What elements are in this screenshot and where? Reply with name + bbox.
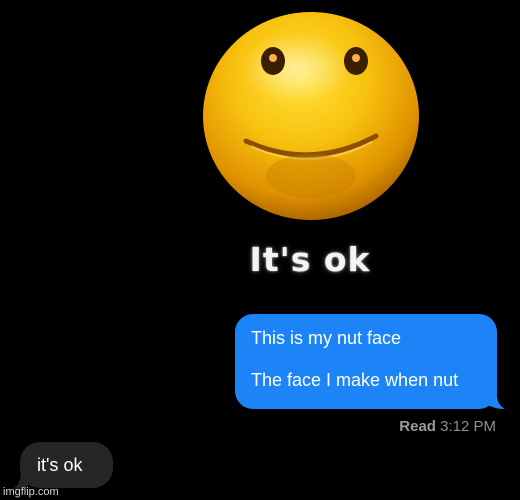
sent-message-line-1: This is my nut face bbox=[251, 328, 402, 348]
sent-message-bubble[interactable]: This is my nut face The face I make when… bbox=[235, 314, 497, 409]
sent-bubble-tail-icon bbox=[484, 392, 505, 409]
read-time: 3:12 PM bbox=[440, 418, 496, 435]
messages-screen: It's ok This is my nut face The face I m… bbox=[0, 0, 520, 500]
read-receipt: Read 3:12 PM bbox=[399, 418, 496, 435]
received-message-text: it's ok bbox=[37, 455, 83, 475]
imgflip-watermark: imgflip.com bbox=[3, 486, 59, 498]
meme-caption: It's ok bbox=[249, 240, 371, 279]
read-status: Read bbox=[399, 418, 436, 435]
received-message-bubble[interactable]: it's ok bbox=[20, 442, 113, 488]
sent-message-line-2: The face I make when nut bbox=[251, 370, 459, 390]
